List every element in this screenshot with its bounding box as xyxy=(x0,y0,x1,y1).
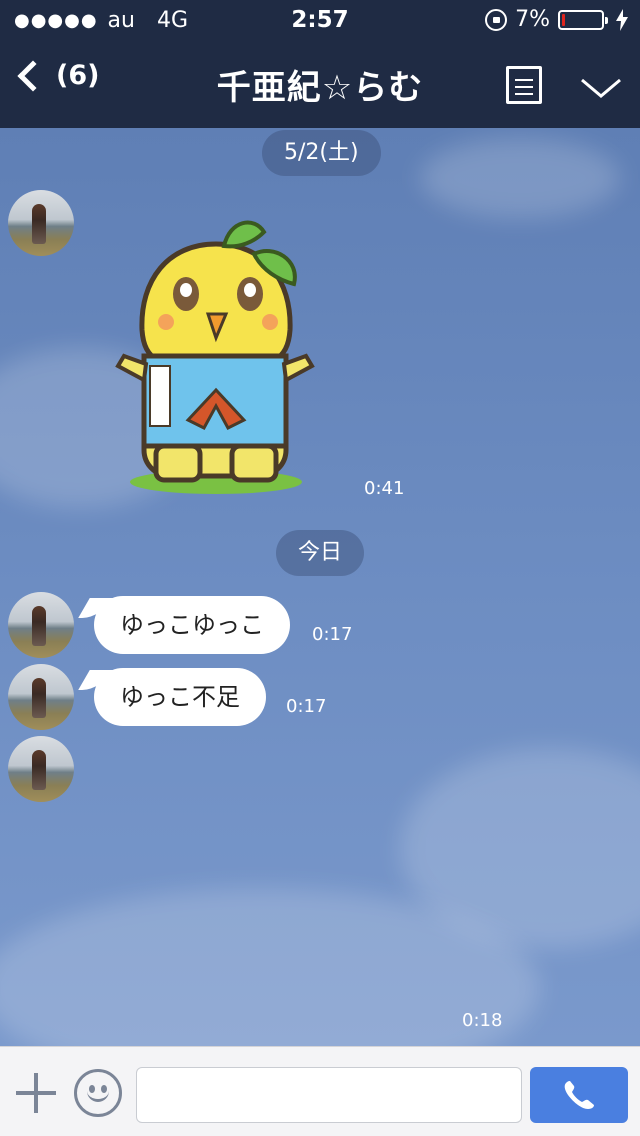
avatar[interactable] xyxy=(8,664,74,730)
message-time: 0:41 xyxy=(364,478,405,499)
message-time: 0:17 xyxy=(312,624,353,645)
phone-icon xyxy=(564,1081,594,1109)
input-bar xyxy=(0,1046,640,1136)
status-right: 7% xyxy=(485,7,628,32)
back-chevron-icon xyxy=(17,59,49,92)
avatar[interactable] xyxy=(8,736,74,802)
battery-fill xyxy=(562,13,565,26)
plus-icon[interactable] xyxy=(16,1073,56,1113)
cloud-decoration xyxy=(420,138,620,218)
message-bubble[interactable]: ゆっこ不足 xyxy=(94,668,266,726)
message-time: 0:18 xyxy=(462,1010,503,1031)
battery-percent: 7% xyxy=(515,7,550,32)
charging-bolt-icon xyxy=(616,8,628,31)
call-button[interactable] xyxy=(530,1067,628,1123)
menu-list-icon[interactable] xyxy=(506,66,542,104)
chat-title: 千亜紀☆らむ xyxy=(216,68,424,108)
nav-bar: (6) 千亜紀☆らむ xyxy=(0,40,640,128)
rotation-lock-icon xyxy=(485,8,508,31)
chat-area[interactable]: 5/2(土) 0:41 今日 ゆっこゆっこ 0:17 ゆっこ不足 0:17 0:… xyxy=(0,128,640,1046)
status-bar: ●●●●● au 4G 2:57 7% xyxy=(0,0,640,40)
emoji-icon[interactable] xyxy=(74,1069,122,1117)
battery-icon xyxy=(558,9,608,30)
chevron-down-icon[interactable] xyxy=(580,76,622,100)
unread-count: (6) xyxy=(56,60,100,91)
message-time: 0:17 xyxy=(286,696,327,717)
back-button[interactable]: (6) xyxy=(12,59,100,92)
message-bubble[interactable]: ゆっこゆっこ xyxy=(94,596,290,654)
date-divider: 今日 xyxy=(276,530,365,576)
sticker-image[interactable] xyxy=(104,210,328,496)
avatar[interactable] xyxy=(8,190,74,256)
date-divider: 5/2(土) xyxy=(262,130,381,176)
message-input[interactable] xyxy=(136,1067,522,1123)
avatar[interactable] xyxy=(8,592,74,658)
